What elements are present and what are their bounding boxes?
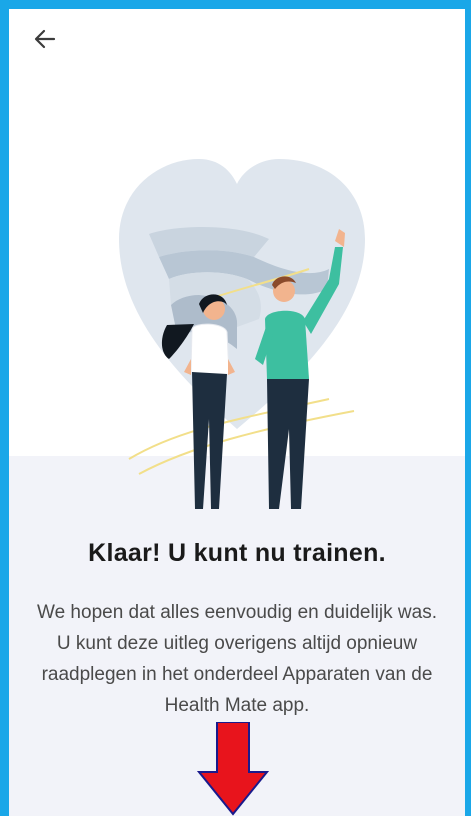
arrow-left-icon [34,29,56,49]
body-text: We hopen dat alles eenvoudig en duidelij… [37,602,437,716]
page-title: Klaar! U kunt nu trainen. [88,539,386,567]
arrow-down-icon [197,722,269,816]
app-screen: Klaar! U kunt nu trainen. We hopen dat a… [9,9,465,816]
back-button[interactable] [29,23,61,55]
two-people-heart-illustration [119,159,365,509]
